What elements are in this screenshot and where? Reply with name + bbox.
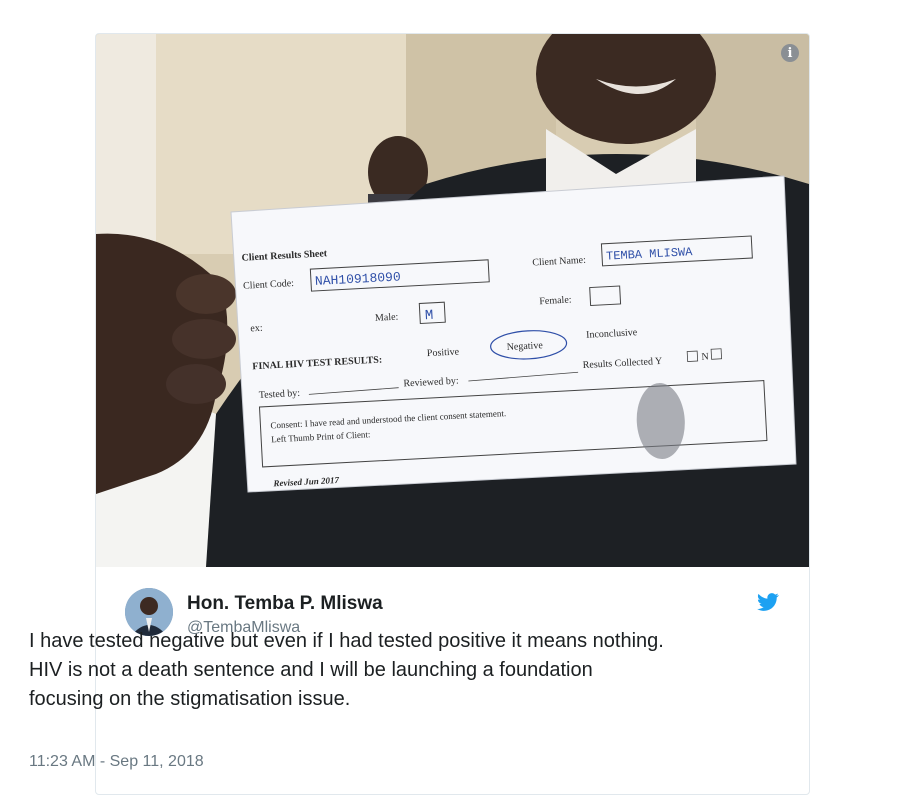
twitter-bird-icon[interactable] [757, 591, 779, 613]
positive-option: Positive [427, 346, 460, 359]
results-collected-n-label: N [701, 351, 709, 362]
negative-option: Negative [506, 340, 543, 353]
tested-by-label: Tested by: [259, 388, 301, 401]
author-name[interactable]: Hon. Temba P. Mliswa [187, 593, 383, 615]
info-icon[interactable]: i [781, 44, 799, 62]
female-label: Female: [539, 295, 572, 308]
male-label: Male: [375, 312, 399, 324]
photo-scene: Client Results Sheet Client Code: NAH109… [96, 34, 809, 567]
tweet-text: I have tested negative but even if I had… [29, 630, 664, 710]
tweet-timestamp[interactable]: 11:23 AM - Sep 11, 2018 [29, 753, 204, 771]
male-value: M [425, 308, 434, 324]
sex-label: ex: [250, 323, 263, 335]
tweet-photo[interactable]: Client Results Sheet Client Code: NAH109… [96, 34, 809, 567]
